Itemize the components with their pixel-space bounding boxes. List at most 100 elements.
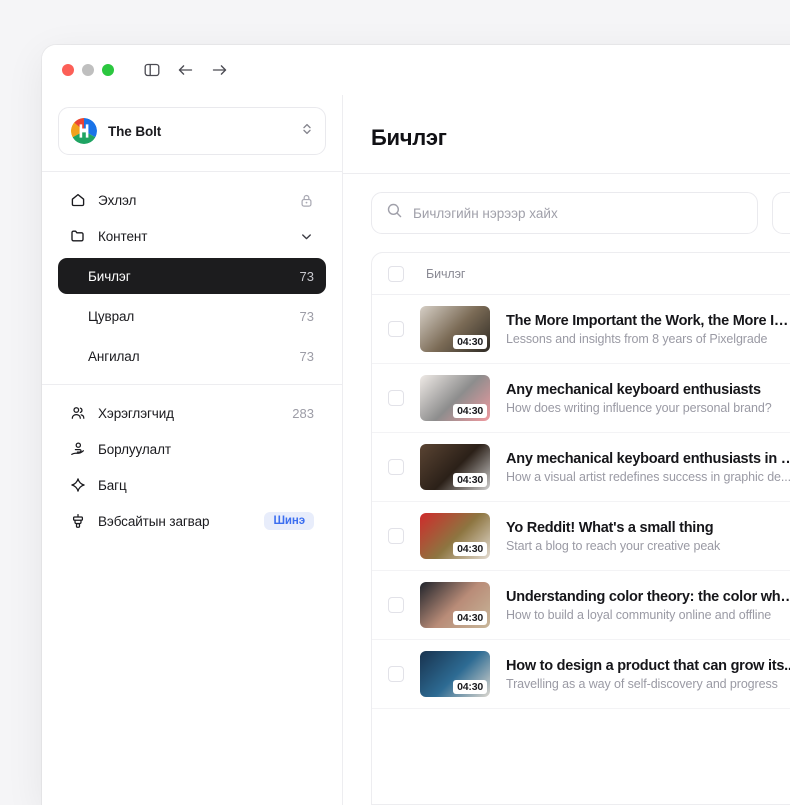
diamond-icon	[70, 477, 86, 493]
row-subtitle: Lessons and insights from 8 years of Pix…	[506, 331, 768, 346]
row-checkbox[interactable]	[388, 666, 404, 682]
workspace-logo	[71, 118, 97, 144]
sidebar-item-content[interactable]: Контент	[58, 218, 326, 254]
sidebar-item-home[interactable]: Эхлэл	[58, 182, 326, 218]
duration-badge: 04:30	[453, 473, 487, 487]
video-thumbnail[interactable]: 04:30	[420, 306, 490, 352]
sidebar-item-sales[interactable]: Борлуулалт	[58, 431, 326, 467]
sidebar-item-label: Цуврал	[88, 308, 135, 324]
paint-icon	[70, 513, 86, 529]
recordings-table: Бичлэг 04:30 The More Important the Work,…	[371, 252, 790, 805]
sidebar-item-label: Багц	[98, 477, 127, 493]
sidebar-item-label: Эхлэл	[98, 192, 137, 208]
row-text: Any mechanical keyboard enthusiasts How d…	[506, 382, 790, 415]
window-traffic-lights	[62, 64, 114, 76]
table-row[interactable]: 04:30 Any mechanical keyboard enthusiasts…	[372, 364, 790, 433]
home-icon	[70, 192, 86, 208]
sidebar-item-bichleg[interactable]: Бичлэг 73	[58, 258, 326, 294]
sidebar-item-package[interactable]: Багц	[58, 467, 326, 503]
video-thumbnail[interactable]: 04:30	[420, 513, 490, 559]
workspace-switcher-wrap: The Bolt	[42, 95, 342, 172]
row-text: The More Important the Work, the More Im…	[506, 313, 790, 346]
workspace-name: The Bolt	[108, 123, 162, 139]
lock-icon	[299, 193, 314, 208]
table-row[interactable]: 04:30 Yo Reddit! What's a small thing Star…	[372, 502, 790, 571]
sidebar-item-users[interactable]: Хэрэглэгчид 283	[58, 395, 326, 431]
row-text: Any mechanical keyboard enthusiasts in d…	[506, 451, 790, 484]
row-text: Understanding color theory: the color wh…	[506, 589, 790, 622]
sidebar-item-label: Ангилал	[88, 348, 140, 364]
workspace-switcher[interactable]: The Bolt	[58, 107, 326, 155]
row-subtitle: How to build a loyal community online an…	[506, 607, 772, 622]
sidebar-item-count: 73	[299, 348, 314, 364]
sidebar-item-count: 73	[299, 308, 314, 324]
column-header-title: Бичлэг	[426, 266, 466, 281]
sidebar-item-angilal[interactable]: Ангилал 73	[58, 338, 326, 374]
row-title: Understanding color theory: the color wh…	[506, 588, 790, 605]
duration-badge: 04:30	[453, 404, 487, 418]
row-checkbox[interactable]	[388, 390, 404, 406]
video-thumbnail[interactable]: 04:30	[420, 444, 490, 490]
folder-icon	[70, 228, 86, 244]
row-text: How to design a product that can grow it…	[506, 658, 790, 691]
video-thumbnail[interactable]: 04:30	[420, 375, 490, 421]
table-row[interactable]: 04:30 Understanding color theory: the col…	[372, 571, 790, 640]
table-row[interactable]: 04:30 The More Important the Work, the Mo…	[372, 295, 790, 364]
row-title: Yo Reddit! What's a small thing	[506, 519, 714, 536]
row-title: The More Important the Work, the More Im…	[506, 312, 790, 329]
row-subtitle: How does writing influence your personal…	[506, 400, 772, 415]
page-title: Бичлэг	[371, 125, 447, 150]
status-badge-new: Шинэ	[264, 512, 314, 530]
row-checkbox[interactable]	[388, 321, 404, 337]
search-input[interactable]	[413, 205, 743, 221]
row-subtitle: Start a blog to reach your creative peak	[506, 538, 721, 553]
table-row[interactable]: 04:30 Any mechanical keyboard enthusiasts…	[372, 433, 790, 502]
sidebar-item-count: 73	[299, 268, 314, 284]
row-text: Yo Reddit! What's a small thing Start a b…	[506, 520, 790, 553]
sales-hand-icon	[70, 441, 86, 457]
window-body: The Bolt Эхлэл Контент Бичлэг 73 Цуврал …	[42, 95, 790, 805]
duration-badge: 04:30	[453, 611, 487, 625]
duration-badge: 04:30	[453, 680, 487, 694]
row-title: Any mechanical keyboard enthusiasts	[506, 381, 761, 398]
search-icon	[386, 202, 403, 224]
table-header-row: Бичлэг	[372, 253, 790, 295]
titlebar	[42, 45, 790, 95]
app-window: The Bolt Эхлэл Контент Бичлэг 73 Цуврал …	[42, 45, 790, 805]
sidebar-group-content: Эхлэл Контент Бичлэг 73 Цуврал 73 Ангила…	[42, 172, 342, 384]
row-checkbox[interactable]	[388, 528, 404, 544]
row-checkbox[interactable]	[388, 459, 404, 475]
sidebar-item-label: Борлуулалт	[98, 441, 171, 457]
maximize-window-button[interactable]	[102, 64, 114, 76]
row-subtitle: Travelling as a way of self-discovery an…	[506, 676, 778, 691]
sidebar-toggle-icon[interactable]	[144, 62, 160, 78]
video-thumbnail[interactable]: 04:30	[420, 651, 490, 697]
sidebar: The Bolt Эхлэл Контент Бичлэг 73 Цуврал …	[42, 95, 343, 805]
chevron-up-down-icon[interactable]	[301, 121, 313, 142]
sidebar-item-tsuvral[interactable]: Цуврал 73	[58, 298, 326, 334]
duration-badge: 04:30	[453, 335, 487, 349]
row-checkbox[interactable]	[388, 597, 404, 613]
video-thumbnail[interactable]: 04:30	[420, 582, 490, 628]
minimize-window-button[interactable]	[82, 64, 94, 76]
filter-button[interactable]	[772, 192, 790, 234]
sidebar-item-label: Вэбсайтын загвар	[98, 513, 210, 529]
users-icon	[70, 405, 86, 421]
close-window-button[interactable]	[62, 64, 74, 76]
chevron-down-icon[interactable]	[299, 229, 314, 244]
main-header: Бичлэг	[343, 95, 790, 174]
back-arrow-icon[interactable]	[177, 62, 194, 78]
table-body: 04:30 The More Important the Work, the Mo…	[372, 295, 790, 709]
forward-arrow-icon[interactable]	[211, 62, 228, 78]
sidebar-item-website-template[interactable]: Вэбсайтын загвар Шинэ	[58, 503, 326, 539]
duration-badge: 04:30	[453, 542, 487, 556]
sidebar-group-main: Хэрэглэгчид 283 Борлуулалт Багц Вэбсайты…	[42, 384, 342, 549]
search-box[interactable]	[371, 192, 758, 234]
row-title: Any mechanical keyboard enthusiasts in d…	[506, 450, 790, 467]
sidebar-item-label: Бичлэг	[88, 268, 131, 284]
table-row[interactable]: 04:30 How to design a product that can gr…	[372, 640, 790, 709]
select-all-checkbox[interactable]	[388, 265, 404, 282]
titlebar-nav-icons	[144, 62, 228, 78]
sidebar-item-label: Хэрэглэгчид	[98, 405, 174, 421]
row-title: How to design a product that can grow it…	[506, 657, 790, 674]
